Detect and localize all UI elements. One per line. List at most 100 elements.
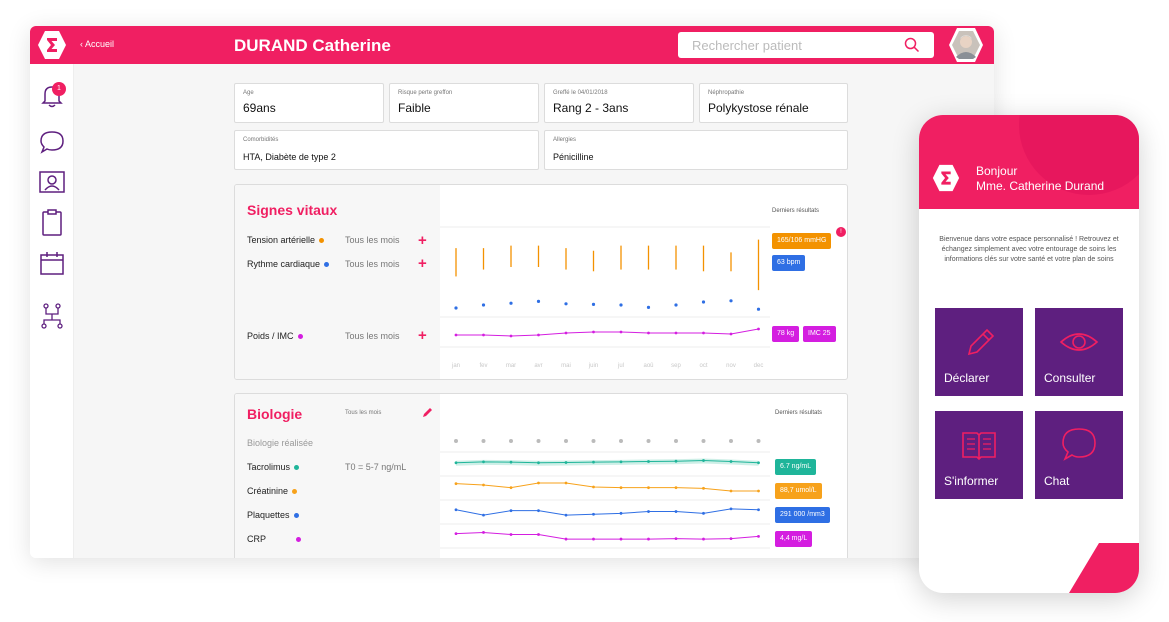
biology-point: [564, 461, 568, 464]
biology-point: [702, 486, 705, 490]
heart-rate-result: 63 bpm: [772, 255, 806, 271]
heart-rate-dot: [324, 262, 330, 268]
platelets-name: Plaquettes: [247, 510, 290, 520]
edit-pencil-icon[interactable]: [421, 407, 433, 419]
vitals-title: Signes vitaux: [247, 202, 338, 218]
vitals-last-results-label: Derniers résultats: [772, 208, 820, 214]
biology-point: [674, 486, 678, 490]
inform-tile[interactable]: S'informer: [935, 411, 1023, 499]
desktop-app-window: ‹ Accueil DURAND Catherine 1: [30, 26, 994, 558]
biology-done-marker: [674, 439, 678, 443]
biology-point: [509, 533, 513, 536]
patient-search-input[interactable]: [678, 32, 898, 58]
heart-rate-point: [701, 300, 706, 304]
heart-rate-point: [591, 302, 596, 306]
biology-point: [674, 537, 678, 541]
tacrolimus-name: Tacrolimus: [247, 462, 291, 472]
add-weight-button[interactable]: +: [418, 328, 427, 343]
crp-dot: [296, 537, 302, 543]
platelets-dot: [293, 513, 299, 519]
declare-label: Déclarer: [944, 371, 990, 385]
allergies-value: Pénicilline: [553, 152, 594, 162]
care-network-icon[interactable]: [38, 302, 66, 330]
biology-done-label: Biologie réalisée: [247, 438, 314, 448]
heart-rate-frequency: Tous les mois: [345, 259, 400, 269]
biology-point: [702, 511, 705, 515]
patient-card-icon[interactable]: [38, 168, 66, 196]
biology-point: [702, 459, 705, 462]
month-tick-label: jul: [617, 363, 624, 369]
greeting-line-name: Mme. Catherine Durand: [976, 179, 1105, 193]
graft-risk-value: Faible: [398, 101, 431, 115]
chat-tile[interactable]: Chat: [1035, 411, 1123, 499]
weight-point: [757, 327, 760, 331]
biology-point: [564, 481, 568, 485]
biology-point: [482, 460, 485, 464]
biology-chart: [440, 439, 770, 549]
biology-point: [619, 486, 623, 490]
add-blood-pressure-button[interactable]: +: [418, 233, 427, 248]
biology-done-marker: [564, 439, 568, 443]
heart-rate-point: [481, 303, 486, 307]
back-home-link[interactable]: ‹ Accueil: [80, 39, 114, 49]
biology-done-marker: [646, 439, 651, 443]
creatinine-label: Créatinine: [247, 486, 298, 496]
clipboard-icon[interactable]: [38, 208, 66, 236]
biology-done-marker: [701, 439, 706, 443]
tacrolimus-label: Tacrolimus: [247, 462, 300, 472]
user-avatar[interactable]: [948, 27, 984, 63]
biology-last-results-label: Derniers résultats: [775, 410, 823, 416]
allergies-card: Allergies Pénicilline: [544, 130, 848, 170]
calendar-icon[interactable]: [38, 249, 66, 277]
tacrolimus-dot: [294, 465, 300, 471]
biology-point: [729, 537, 733, 541]
app-logo[interactable]: [36, 29, 68, 61]
eye-icon: [1059, 333, 1099, 351]
platelets-label: Plaquettes: [247, 510, 299, 520]
weight-point: [482, 333, 485, 337]
biology-done-marker: [729, 439, 733, 443]
add-heart-rate-button[interactable]: +: [418, 256, 427, 271]
consult-tile[interactable]: Consulter: [1035, 308, 1123, 396]
weight-point: [509, 334, 513, 338]
biology-point: [454, 508, 458, 512]
weight-bmi-name: Poids / IMC: [247, 331, 294, 341]
pencil-icon: [967, 328, 995, 356]
chat-bubble-icon[interactable]: [38, 128, 66, 156]
biology-point: [647, 486, 650, 490]
creatinine-result: 88,7 umol/L: [775, 483, 822, 499]
biology-done-marker: [509, 439, 513, 443]
bmi-result: IMC 25: [803, 326, 836, 342]
patient-name-title: DURAND Catherine: [234, 36, 391, 55]
heart-rate-point: [729, 299, 733, 303]
blood-pressure-frequency: Tous les mois: [345, 235, 400, 245]
weight-bmi-frequency: Tous les mois: [345, 331, 400, 341]
comorbidities-value: HTA, Diabète de type 2: [243, 152, 336, 162]
biology-point: [537, 533, 540, 536]
biology-point: [729, 489, 733, 493]
month-tick-label: jan: [451, 363, 460, 369]
biology-point: [729, 507, 733, 511]
biology-point: [564, 537, 568, 541]
biology-point: [509, 460, 513, 464]
weight-point: [674, 331, 678, 335]
declare-tile[interactable]: Déclarer: [935, 308, 1023, 396]
crp-label: CRP: [247, 534, 302, 544]
biology-done-marker: [756, 439, 761, 443]
graft-risk-label: Risque perte greffon: [398, 90, 453, 96]
alert-badge: !: [836, 227, 846, 237]
weight-bmi-label: Poids / IMC: [247, 331, 303, 341]
heart-rate-point: [564, 302, 568, 306]
biology-frequency: Tous les mois: [345, 410, 382, 416]
vitals-panel: Signes vitaux Derniers résultats Tension…: [234, 184, 848, 380]
graft-date-card: Greffé le 04/01/2018 Rang 2 - 3ans: [544, 83, 694, 123]
crp-result: 4,4 mg/L: [775, 531, 813, 547]
biology-point: [729, 460, 733, 463]
biology-point: [674, 510, 678, 513]
corner-decoration: [1069, 543, 1139, 593]
crp-name: CRP: [247, 534, 267, 544]
search-icon[interactable]: [904, 37, 920, 53]
nephropathy-value: Polykystose rénale: [708, 101, 809, 115]
main-content: Age 69ans Risque perte greffon Faible Gr…: [74, 64, 994, 558]
biology-point: [592, 460, 595, 464]
